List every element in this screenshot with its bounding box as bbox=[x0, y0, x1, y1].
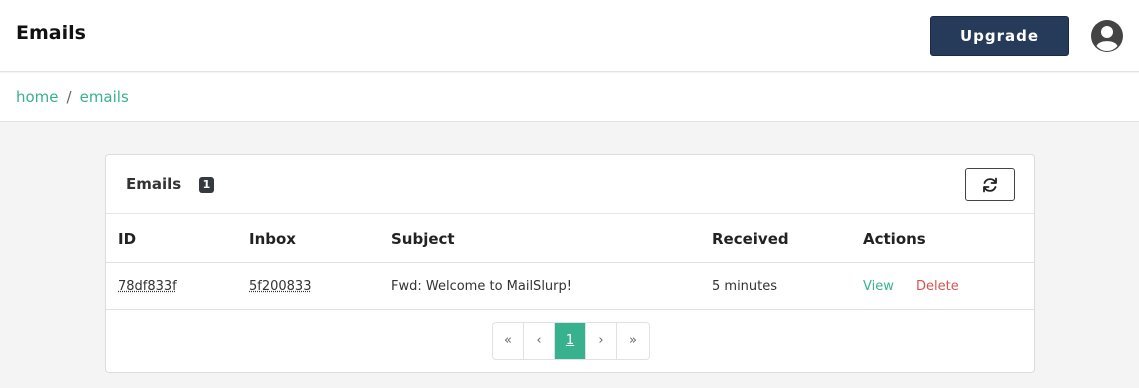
refresh-button[interactable] bbox=[965, 168, 1015, 201]
breadcrumb-separator: / bbox=[66, 88, 72, 106]
breadcrumb-emails[interactable]: emails bbox=[80, 88, 129, 106]
column-header-subject: Subject bbox=[391, 230, 455, 248]
breadcrumb-bar: home / emails bbox=[0, 73, 1139, 122]
user-circle-icon[interactable] bbox=[1091, 20, 1123, 52]
email-subject: Fwd: Welcome to MailSlurp! bbox=[391, 279, 572, 294]
table-header-row: ID Inbox Subject Received Actions bbox=[106, 215, 1034, 263]
inbox-id-link[interactable]: 5f200833 bbox=[249, 279, 311, 294]
page-current-button[interactable]: 1 bbox=[555, 323, 586, 359]
view-link[interactable]: View bbox=[863, 279, 894, 294]
column-header-id: ID bbox=[118, 230, 137, 248]
emails-card: Emails 1 ID Inbox Subject Received Actio… bbox=[105, 154, 1035, 373]
top-bar: Emails Upgrade bbox=[0, 0, 1139, 72]
column-header-actions: Actions bbox=[863, 230, 926, 248]
page-prev-button[interactable]: ‹ bbox=[524, 323, 555, 359]
card-header: Emails 1 bbox=[106, 155, 1034, 214]
table-row: 78df833f 5f200833 Fwd: Welcome to MailSl… bbox=[106, 264, 1034, 310]
column-header-received: Received bbox=[712, 230, 789, 248]
pagination: « ‹ 1 › » bbox=[492, 322, 650, 360]
email-received: 5 minutes bbox=[712, 279, 778, 294]
count-badge: 1 bbox=[199, 177, 214, 193]
refresh-icon bbox=[983, 177, 997, 193]
upgrade-button[interactable]: Upgrade bbox=[930, 16, 1069, 56]
breadcrumb: home / emails bbox=[16, 88, 129, 106]
delete-link[interactable]: Delete bbox=[916, 279, 959, 294]
page-next-button[interactable]: › bbox=[586, 323, 617, 359]
column-header-inbox: Inbox bbox=[249, 230, 296, 248]
card-title: Emails bbox=[126, 175, 182, 193]
page-last-button[interactable]: » bbox=[617, 323, 649, 359]
page-title: Emails bbox=[16, 22, 86, 44]
breadcrumb-home[interactable]: home bbox=[16, 88, 59, 106]
page-first-button[interactable]: « bbox=[493, 323, 524, 359]
email-id-link[interactable]: 78df833f bbox=[118, 279, 177, 294]
